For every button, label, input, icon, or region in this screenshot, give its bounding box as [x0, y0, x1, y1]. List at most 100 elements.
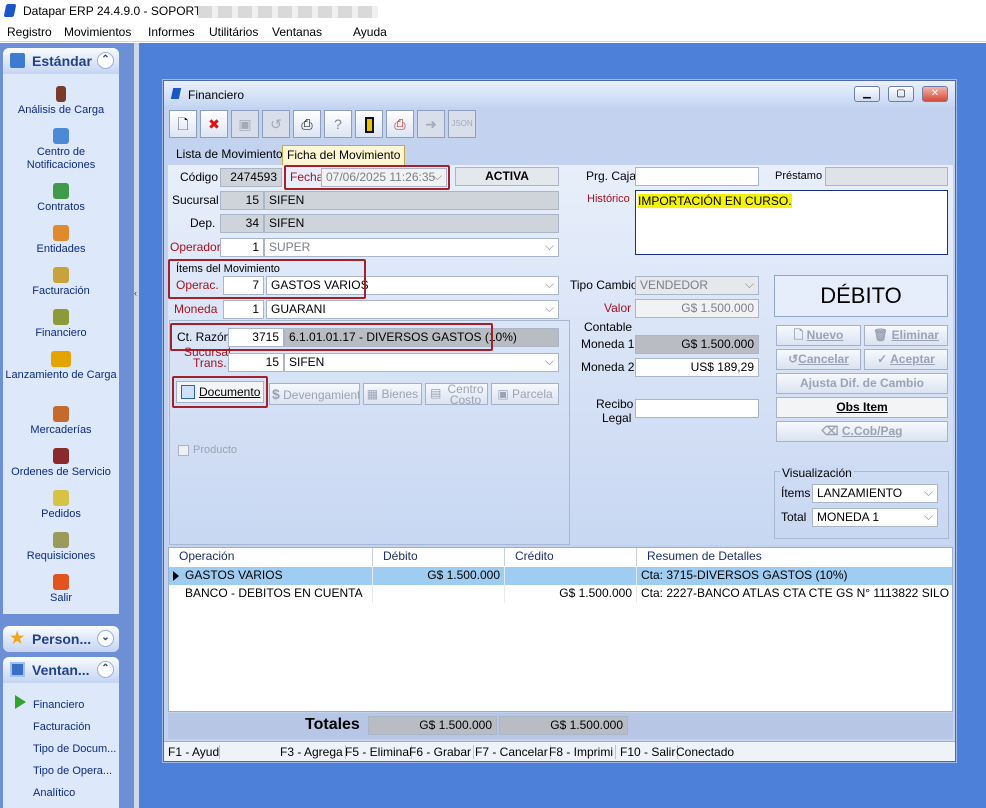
- sucursal-code-field[interactable]: 15: [220, 191, 264, 210]
- tab-lista-movimientos[interactable]: Lista de Movimientos: [172, 145, 293, 165]
- aceptar-button[interactable]: ✓ Aceptar: [864, 349, 948, 370]
- window-title: Financiero: [188, 88, 245, 102]
- obs-item-button[interactable]: Obs Item: [776, 397, 948, 418]
- cancelar-button[interactable]: ↺Cancelar: [776, 349, 861, 370]
- producto-checkbox[interactable]: [178, 445, 189, 456]
- menu-registro[interactable]: Registro: [7, 25, 52, 39]
- help-icon[interactable]: ?: [324, 110, 352, 138]
- sidebar-item-contratos[interactable]: Contratos: [3, 183, 119, 214]
- print-icon[interactable]: ⎙: [293, 110, 321, 138]
- minimize-icon[interactable]: ▁: [854, 86, 880, 102]
- tipo-cambio-select[interactable]: VENDEDOR: [635, 276, 759, 295]
- assets-icon: ▦: [366, 387, 379, 401]
- prestamo-label: Préstamo: [775, 170, 823, 182]
- redacted-block: [198, 6, 378, 18]
- total-view-select[interactable]: MONEDA 1: [812, 508, 938, 527]
- moneda-select[interactable]: GUARANI: [266, 300, 559, 319]
- maximize-icon[interactable]: ▢: [888, 86, 914, 102]
- documento-highlight: [172, 376, 268, 408]
- collapse-chevron-icon[interactable]: ⌃: [97, 661, 114, 678]
- menu-movimientos[interactable]: Movimientos: [64, 25, 131, 39]
- menu-ventanas[interactable]: Ventanas: [272, 25, 322, 39]
- valor-field[interactable]: G$ 1.500.000: [635, 299, 759, 318]
- sidebar-item-mercaderias[interactable]: Mercaderías: [3, 406, 119, 437]
- cell-resumen: Cta: 2227-BANCO ATLAS CTA CTE GS N° 1113…: [641, 586, 950, 600]
- window-item-financiero[interactable]: Financiero: [33, 699, 84, 711]
- sidebar-item-lanzamiento-carga[interactable]: Lanzamiento de Carga: [3, 351, 119, 382]
- table-row[interactable]: BANCO - DEBITOS EN CUENTA G$ 1.500.000 C…: [169, 585, 952, 603]
- sidebar-item-entidades[interactable]: Entidades: [3, 225, 119, 256]
- active-window-arrow-icon: [15, 695, 26, 709]
- sidebar-item-analisis-carga[interactable]: Análisis de Carga: [3, 86, 119, 117]
- menu-utilitarios[interactable]: Utilitários: [209, 25, 258, 39]
- json-icon[interactable]: JSON: [448, 110, 476, 138]
- grid-header-operacion[interactable]: Operación: [169, 548, 373, 566]
- bienes-button[interactable]: ▦ Bienes: [363, 383, 422, 405]
- sidebar-item-salir[interactable]: Salir: [3, 574, 119, 605]
- sucursal-trans-code-field[interactable]: 15: [228, 353, 284, 372]
- moneda2-field[interactable]: US$ 189,29: [635, 358, 759, 377]
- eliminar-button[interactable]: 🗑 Eliminar: [864, 325, 948, 346]
- prg-caja-field[interactable]: [635, 167, 759, 186]
- exit-door-icon[interactable]: [355, 110, 383, 138]
- operador-select[interactable]: SUPER: [264, 238, 559, 257]
- window-item-analitico[interactable]: Analítico: [33, 787, 75, 799]
- window-titlebar[interactable]: Financiero ▁ ▢ ✕: [164, 81, 955, 107]
- grid-header-debito[interactable]: Débito: [373, 548, 505, 566]
- c-cob-pag-button[interactable]: ⌫ C.Cob/Pag: [776, 421, 948, 442]
- window-logo-icon: [170, 88, 182, 99]
- sidebar-item-ordenes-servicio[interactable]: Ordenes de Servicio: [3, 448, 119, 479]
- notepad-icon: [10, 53, 25, 68]
- nuevo-button[interactable]: 🗋 Nuevo: [776, 325, 861, 346]
- tab-ficha-movimiento[interactable]: Ficha del Movimiento: [282, 145, 406, 165]
- items-grid: Operación Débito Crédito Resumen de Deta…: [168, 547, 953, 712]
- cost-center-icon: ▤: [430, 386, 442, 400]
- grid-header-resumen[interactable]: Resumen de Detalles: [637, 548, 952, 566]
- devengamiento-button[interactable]: $ Devengamiento: [269, 383, 360, 405]
- undo-icon: ↺: [788, 352, 799, 366]
- print-report-icon[interactable]: ⎙: [386, 110, 414, 138]
- sidebar-group-ventanas[interactable]: Ventan... ⌃: [3, 657, 119, 683]
- sidebar-item-pedidos[interactable]: Pedidos: [3, 490, 119, 521]
- dep-code-field[interactable]: 34: [220, 214, 264, 233]
- centro-costo-button[interactable]: ▤ Centro Costo: [425, 383, 488, 406]
- window-item-facturacion[interactable]: Facturación: [33, 721, 90, 733]
- delete-document-icon[interactable]: ✖: [200, 110, 228, 138]
- moneda-code-field[interactable]: 1: [223, 300, 264, 319]
- expand-chevron-icon[interactable]: ⌄: [97, 630, 114, 647]
- sidebar-item-facturacion[interactable]: Facturación: [3, 267, 119, 298]
- sidebar-item-financiero[interactable]: Financiero: [3, 309, 119, 340]
- historico-textarea[interactable]: IMPORTACIÓN EN CURSO.: [635, 190, 948, 255]
- visualizacion-frame: [774, 471, 949, 539]
- export-icon[interactable]: ➜: [417, 110, 445, 138]
- status-f8: F8 - Imprimi: [549, 745, 616, 759]
- sucursal-name-field: SIFEN: [264, 191, 559, 210]
- window-item-tipo-documento[interactable]: Tipo de Docum...: [33, 743, 116, 755]
- recibo-legal-field[interactable]: [635, 399, 759, 418]
- ajusta-dif-cambio-button[interactable]: Ajusta Dif. de Cambio: [776, 373, 948, 394]
- collapse-chevron-icon[interactable]: ⌃: [97, 52, 114, 69]
- save-icon[interactable]: ▣: [231, 110, 259, 138]
- notes-icon: [53, 490, 69, 506]
- table-row[interactable]: GASTOS VARIOS G$ 1.500.000 Cta: 3715-DIV…: [169, 567, 952, 585]
- operador-code-field[interactable]: 1: [220, 238, 264, 257]
- pen-checklist-icon: [53, 532, 69, 548]
- window-item-tipo-operacion[interactable]: Tipo de Opera...: [33, 765, 112, 777]
- sidebar-item-centro-notificaciones[interactable]: Centro de Notificaciones: [3, 128, 119, 172]
- menu-ayuda[interactable]: Ayuda: [353, 25, 387, 39]
- sidebar-item-requisiciones[interactable]: Requisiciones: [3, 532, 119, 563]
- items-view-select[interactable]: LANZAMIENTO: [812, 484, 938, 503]
- new-document-icon[interactable]: 🗋: [169, 110, 197, 138]
- codigo-field[interactable]: 2474593: [220, 168, 282, 187]
- form-panel: Código 2474593 Fecha 07/06/2025 11:26:35…: [168, 165, 953, 545]
- menu-informes[interactable]: Informes: [148, 25, 195, 39]
- parcela-button[interactable]: ▣ Parcela: [491, 383, 559, 405]
- sucursal-trans-select[interactable]: SIFEN: [284, 353, 559, 372]
- dep-name-field: SIFEN: [264, 214, 559, 233]
- grid-header-credito[interactable]: Crédito: [505, 548, 637, 566]
- sidebar-group-estandar[interactable]: Estándar ⌃: [3, 48, 119, 74]
- close-icon[interactable]: ✕: [922, 86, 948, 102]
- undo-icon[interactable]: ↺: [262, 110, 290, 138]
- app-logo-icon: [3, 4, 17, 17]
- sidebar-group-person[interactable]: ★ Person... ⌄: [3, 626, 119, 652]
